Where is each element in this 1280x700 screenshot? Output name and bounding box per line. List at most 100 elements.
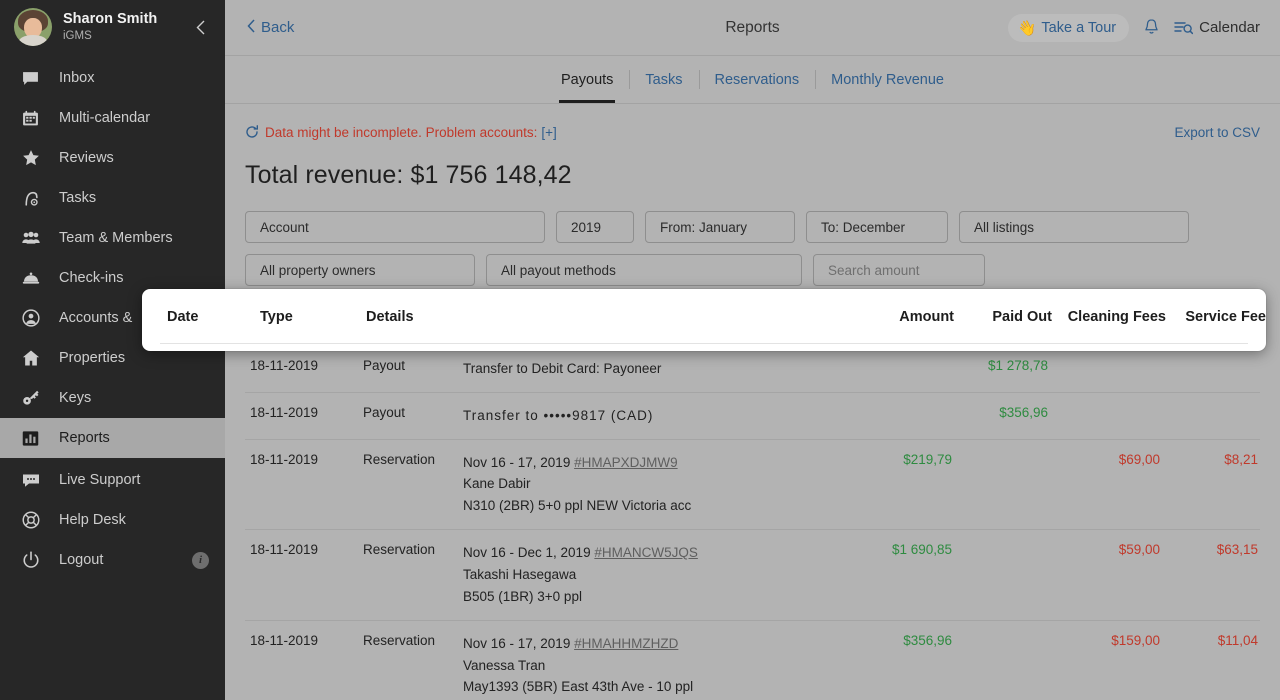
sidebar-nav: Inbox Multi-calendar Reviews Tasks <box>0 58 225 458</box>
expand-problem-accounts[interactable]: [+] <box>541 125 556 140</box>
power-icon <box>22 551 48 569</box>
chevron-left-icon <box>247 19 255 37</box>
column-header-paid-out[interactable]: Paid Out <box>954 309 1052 325</box>
column-header-cleaning-fees[interactable]: Cleaning Fees <box>1052 309 1166 325</box>
filter-label: All property owners <box>260 263 376 278</box>
cell-date: 18-11-2019 <box>245 452 363 467</box>
details-guest: Kane Dabir <box>463 473 844 495</box>
calendar-label: Calendar <box>1199 19 1260 36</box>
column-header-service-fee[interactable]: Service Fee <box>1166 309 1266 325</box>
cell-amount: $219,79 <box>844 452 952 467</box>
column-header-amount[interactable]: Amount <box>844 309 954 325</box>
people-group-icon <box>22 229 48 247</box>
export-to-csv-link[interactable]: Export to CSV <box>1174 125 1260 140</box>
filter-label: All payout methods <box>501 263 616 278</box>
refresh-icon[interactable] <box>245 125 259 139</box>
sidebar-label: Reports <box>59 430 110 446</box>
table-row[interactable]: 18-11-2019 Reservation Nov 16 - 17, 2019… <box>245 621 1260 700</box>
filter-label: 2019 <box>571 220 601 235</box>
cell-service-fee: $11,04 <box>1160 633 1260 648</box>
details-guest: Takashi Hasegawa <box>463 564 844 586</box>
tab-payouts[interactable]: Payouts <box>545 56 629 103</box>
search-amount-input[interactable]: Search amount <box>813 254 985 286</box>
to-month-filter[interactable]: To: December <box>806 211 948 243</box>
content-area: Data might be incomplete. Problem accoun… <box>225 104 1280 700</box>
sidebar-label: Accounts & <box>59 310 132 326</box>
sidebar-item-logout[interactable]: Logout i <box>0 540 225 580</box>
back-label: Back <box>261 19 294 36</box>
column-header-date[interactable]: Date <box>142 309 260 325</box>
bell-notification-icon[interactable] <box>1143 18 1160 37</box>
avatar <box>14 8 52 46</box>
sidebar-item-team-members[interactable]: Team & Members <box>0 218 225 258</box>
column-header-type[interactable]: Type <box>260 309 366 325</box>
sidebar-label: Team & Members <box>59 230 173 246</box>
cell-type: Reservation <box>363 452 463 467</box>
profile-block[interactable]: Sharon Smith iGMS <box>0 0 225 56</box>
reservation-code-link[interactable]: #HMANCW5JQS <box>594 545 698 560</box>
sidebar-item-reviews[interactable]: Reviews <box>0 138 225 178</box>
table-row[interactable]: 18-11-2019 Reservation Nov 16 - 17, 2019… <box>245 440 1260 531</box>
tabbar: Payouts Tasks Reservations Monthly Reven… <box>225 56 1280 104</box>
cell-paid-out: $356,96 <box>952 405 1048 420</box>
property-owners-filter[interactable]: All property owners <box>245 254 475 286</box>
cell-amount: $356,96 <box>844 633 952 648</box>
calendar-list-icon <box>1174 20 1193 36</box>
sidebar-label: Keys <box>59 390 91 406</box>
filter-label: Account <box>260 220 309 235</box>
reservation-code-link[interactable]: #HMAPXDJMW9 <box>574 455 678 470</box>
tab-monthly-revenue[interactable]: Monthly Revenue <box>815 56 960 103</box>
take-a-tour-button[interactable]: 👋 Take a Tour <box>1008 14 1129 42</box>
sidebar-label: Tasks <box>59 190 96 206</box>
sticky-table-header: Date Type Details Amount Paid Out Cleani… <box>142 289 1266 351</box>
year-filter[interactable]: 2019 <box>556 211 634 243</box>
calendar-button[interactable]: Calendar <box>1174 19 1260 36</box>
sidebar-item-live-support[interactable]: Live Support <box>0 460 225 500</box>
sidebar-item-tasks[interactable]: Tasks <box>0 178 225 218</box>
cell-date: 18-11-2019 <box>245 405 363 420</box>
cell-type: Reservation <box>363 542 463 557</box>
table-row[interactable]: 18-11-2019 Payout Transfer to •••••9817 … <box>245 393 1260 440</box>
column-header-details[interactable]: Details <box>366 309 844 325</box>
tab-reservations[interactable]: Reservations <box>699 56 816 103</box>
details-dates: Nov 16 - 17, 2019 <box>463 455 570 470</box>
cell-type: Reservation <box>363 633 463 648</box>
sidebar-item-help-desk[interactable]: Help Desk <box>0 500 225 540</box>
sidebar-item-inbox[interactable]: Inbox <box>0 58 225 98</box>
reservation-code-link[interactable]: #HMAHHMZHZD <box>574 636 678 651</box>
payout-methods-filter[interactable]: All payout methods <box>486 254 802 286</box>
bell-service-icon <box>22 269 48 287</box>
home-icon <box>22 349 48 367</box>
sidebar-item-reports[interactable]: Reports <box>0 418 225 458</box>
details-dates: Nov 16 - Dec 1, 2019 <box>463 545 591 560</box>
sidebar-bottom-nav: Live Support Help Desk Logout i <box>0 460 225 586</box>
tab-label: Monthly Revenue <box>831 72 944 88</box>
table-row[interactable]: 18-11-2019 Payout Transfer to Debit Card… <box>245 346 1260 393</box>
info-badge[interactable]: i <box>192 552 209 569</box>
from-month-filter[interactable]: From: January <box>645 211 795 243</box>
sidebar-label: Help Desk <box>59 512 126 528</box>
details-main: Transfer to Debit Card: Payoneer <box>463 361 661 376</box>
filter-label: To: December <box>821 220 905 235</box>
cell-cleaning-fees: $59,00 <box>1048 542 1160 557</box>
cell-cleaning-fees: $69,00 <box>1048 452 1160 467</box>
alert-message: Data might be incomplete. Problem accoun… <box>265 125 537 140</box>
sidebar-item-keys[interactable]: Keys <box>0 378 225 418</box>
topbar: Back Reports 👋 Take a Tour Calendar <box>225 0 1280 56</box>
filters-row-1: Account 2019 From: January To: December … <box>245 211 1260 243</box>
chevron-left-icon[interactable] <box>189 16 211 38</box>
back-button[interactable]: Back <box>247 19 294 37</box>
account-filter[interactable]: Account <box>245 211 545 243</box>
table-row[interactable]: 18-11-2019 Reservation Nov 16 - Dec 1, 2… <box>245 530 1260 621</box>
tab-label: Tasks <box>645 72 682 88</box>
search-placeholder: Search amount <box>828 263 920 278</box>
top-actions: 👋 Take a Tour Calendar <box>1008 14 1260 42</box>
cell-details: Nov 16 - 17, 2019 #HMAPXDJMW9 Kane Dabir… <box>463 452 844 518</box>
tab-tasks[interactable]: Tasks <box>629 56 698 103</box>
filters-row-2: All property owners All payout methods S… <box>245 254 1260 286</box>
inbox-message-icon <box>22 70 48 87</box>
listings-filter[interactable]: All listings <box>959 211 1189 243</box>
profile-company: iGMS <box>63 30 189 43</box>
sidebar-item-multi-calendar[interactable]: Multi-calendar <box>0 98 225 138</box>
vacuum-icon <box>22 190 48 207</box>
